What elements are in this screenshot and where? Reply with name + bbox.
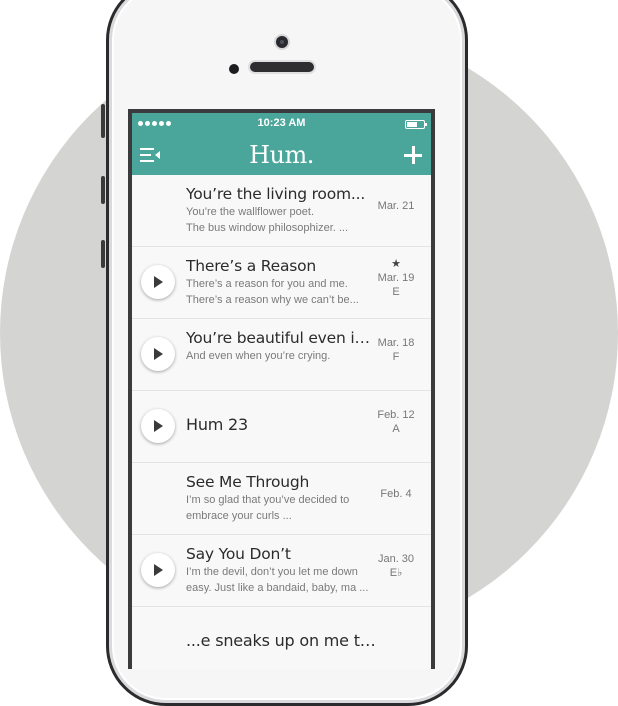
- song-row[interactable]: Hum 23 Feb. 12 A: [132, 391, 431, 463]
- proximity-sensor: [229, 64, 239, 74]
- song-row[interactable]: Say You Don’t I’m the devil, don’t you le…: [132, 535, 431, 607]
- song-date: Mar. 21: [377, 200, 415, 212]
- song-meta: ★ Mar. 19 E: [371, 257, 421, 299]
- play-icon[interactable]: [141, 553, 175, 587]
- song-title: You’re the living room...: [186, 185, 366, 203]
- status-bar: 10:23 AM: [132, 113, 431, 135]
- battery-icon: [405, 120, 427, 129]
- song-meta: Feb. 12 A: [371, 408, 421, 436]
- song-key: A: [392, 423, 400, 435]
- song-row[interactable]: You’re beautiful even in sil... And even …: [132, 319, 431, 391]
- app-view: 10:23 AM Hum. You’re the living room... Y…: [132, 113, 431, 669]
- song-date: Feb. 12: [377, 409, 415, 421]
- song-meta: Mar. 21: [371, 199, 421, 213]
- phone-screen: 10:23 AM Hum. You’re the living room... Y…: [128, 109, 435, 669]
- song-text: See Me Through I’m so glad that you’ve de…: [186, 473, 378, 523]
- song-lyric-preview: The bus window philosophizer. ...: [186, 222, 349, 234]
- song-lyric-preview: There’s a reason for you and me.: [186, 278, 348, 290]
- play-icon[interactable]: [141, 337, 175, 371]
- song-date: Mar. 19: [377, 272, 415, 284]
- song-meta: Mar. 18 F: [371, 336, 421, 364]
- song-row[interactable]: There’s a Reason There’s a reason for you…: [132, 247, 431, 319]
- song-row[interactable]: See Me Through I’m so glad that you’ve de…: [132, 463, 431, 535]
- song-text: Say You Don’t I’m the devil, don’t you le…: [186, 545, 378, 595]
- volume-down-button: [101, 240, 105, 268]
- song-meta: Feb. 4: [371, 487, 421, 501]
- song-key: E♭: [389, 567, 403, 579]
- song-list: You’re the living room... You’re the wall…: [132, 175, 431, 669]
- song-text: You’re beautiful even in sil... And even …: [186, 329, 378, 363]
- volume-up-button: [101, 176, 105, 204]
- song-title: There’s a Reason: [186, 257, 317, 275]
- song-date: Feb. 4: [380, 488, 412, 500]
- song-title: You’re beautiful even in sil...: [186, 329, 378, 347]
- song-lyric-preview: You’re the wallflower poet.: [186, 206, 315, 218]
- status-time: 10:23 AM: [257, 117, 306, 129]
- song-key: F: [392, 351, 400, 363]
- song-lyric-preview: I’m so glad that you’ve decided to: [186, 494, 350, 506]
- song-lyric-preview: I’m the devil, don’t you let me down: [186, 566, 358, 578]
- earpiece-speaker: [250, 62, 314, 72]
- navigation-bar: Hum.: [132, 135, 431, 175]
- song-title: Say You Don’t: [186, 545, 291, 563]
- play-icon[interactable]: [141, 409, 175, 443]
- song-text: ...e sneaks up on me the...: [186, 631, 378, 650]
- song-date: Mar. 18: [377, 337, 415, 349]
- song-lyric-preview: easy. Just like a bandaid, baby, ma ...: [186, 582, 369, 594]
- mute-switch: [101, 104, 105, 138]
- plus-icon[interactable]: [403, 145, 423, 165]
- song-title: ...e sneaks up on me the...: [186, 631, 378, 650]
- song-lyric-preview: embrace your curls ...: [186, 510, 292, 522]
- song-date: Jan. 30: [377, 553, 415, 565]
- front-camera: [276, 36, 288, 48]
- star-icon: ★: [391, 258, 401, 270]
- song-lyric-preview: And even when you’re crying.: [186, 350, 331, 362]
- song-row[interactable]: You’re the living room... You’re the wall…: [132, 175, 431, 247]
- song-lyric-preview: There’s a reason why we can’t be...: [186, 294, 359, 306]
- song-title: Hum 23: [186, 415, 249, 434]
- song-row[interactable]: ...e sneaks up on me the...: [132, 607, 431, 669]
- song-text: Hum 23: [186, 415, 378, 434]
- song-title: See Me Through: [186, 473, 310, 491]
- song-text: You’re the living room... You’re the wall…: [186, 185, 378, 235]
- play-icon[interactable]: [141, 265, 175, 299]
- song-text: There’s a Reason There’s a reason for you…: [186, 257, 378, 307]
- song-meta: Jan. 30 E♭: [371, 552, 421, 580]
- app-logo: Hum.: [249, 141, 314, 169]
- song-key: E: [392, 286, 400, 298]
